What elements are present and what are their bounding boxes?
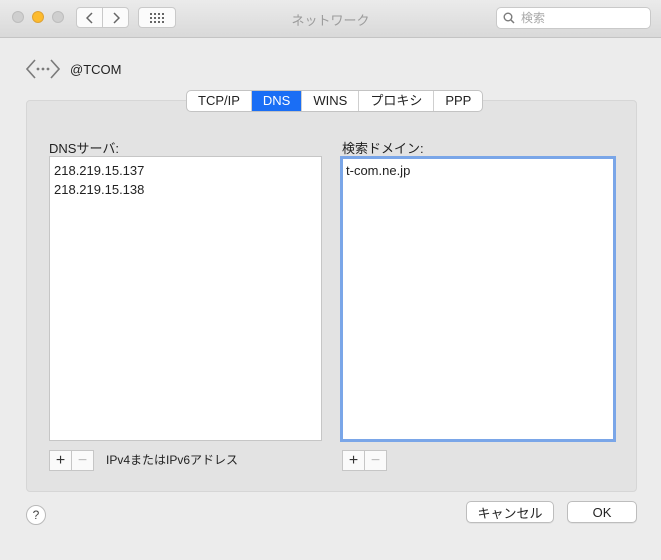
search-domains-list[interactable]: t-com.ne.jp (340, 156, 616, 442)
tab-wins[interactable]: WINS (302, 91, 360, 111)
dns-servers-list[interactable]: 218.219.15.137 218.219.15.138 (49, 156, 322, 441)
dns-server-entry[interactable]: 218.219.15.137 (54, 161, 317, 180)
cancel-button[interactable]: キャンセル (466, 501, 554, 523)
search-input[interactable] (519, 10, 643, 26)
interface-name: @TCOM (70, 61, 122, 77)
title-bar: ネットワーク (0, 0, 661, 38)
dns-server-entry[interactable]: 218.219.15.138 (54, 180, 317, 199)
tab-tcpip[interactable]: TCP/IP (187, 91, 252, 111)
interface-header: @TCOM (26, 58, 121, 80)
tab-proxies[interactable]: プロキシ (359, 91, 435, 111)
network-interface-icon (26, 59, 60, 79)
remove-search-domain-button[interactable]: − (364, 451, 386, 470)
remove-dns-server-button[interactable]: − (71, 451, 93, 470)
search-domains-add-remove: + − (342, 450, 387, 471)
search-domain-entry[interactable]: t-com.ne.jp (346, 161, 610, 180)
dns-servers-hint: IPv4またはIPv6アドレス (106, 453, 239, 467)
add-search-domain-button[interactable]: + (343, 451, 364, 470)
search-field[interactable] (496, 7, 651, 29)
search-domains-label: 検索ドメイン: (342, 141, 424, 156)
ok-button[interactable]: OK (567, 501, 637, 523)
help-button[interactable]: ? (26, 505, 46, 525)
add-dns-server-button[interactable]: + (50, 451, 71, 470)
dns-servers-label: DNSサーバ: (49, 141, 119, 156)
tab-dns[interactable]: DNS (251, 91, 303, 111)
search-icon (503, 12, 515, 24)
dns-servers-add-remove: + − (49, 450, 94, 471)
tab-ppp[interactable]: PPP (434, 91, 482, 111)
dns-settings-sheet: @TCOM TCP/IP DNS WINS プロキシ PPP DNSサーバ: 2… (4, 38, 657, 544)
settings-tabs: TCP/IP DNS WINS プロキシ PPP (186, 90, 484, 112)
